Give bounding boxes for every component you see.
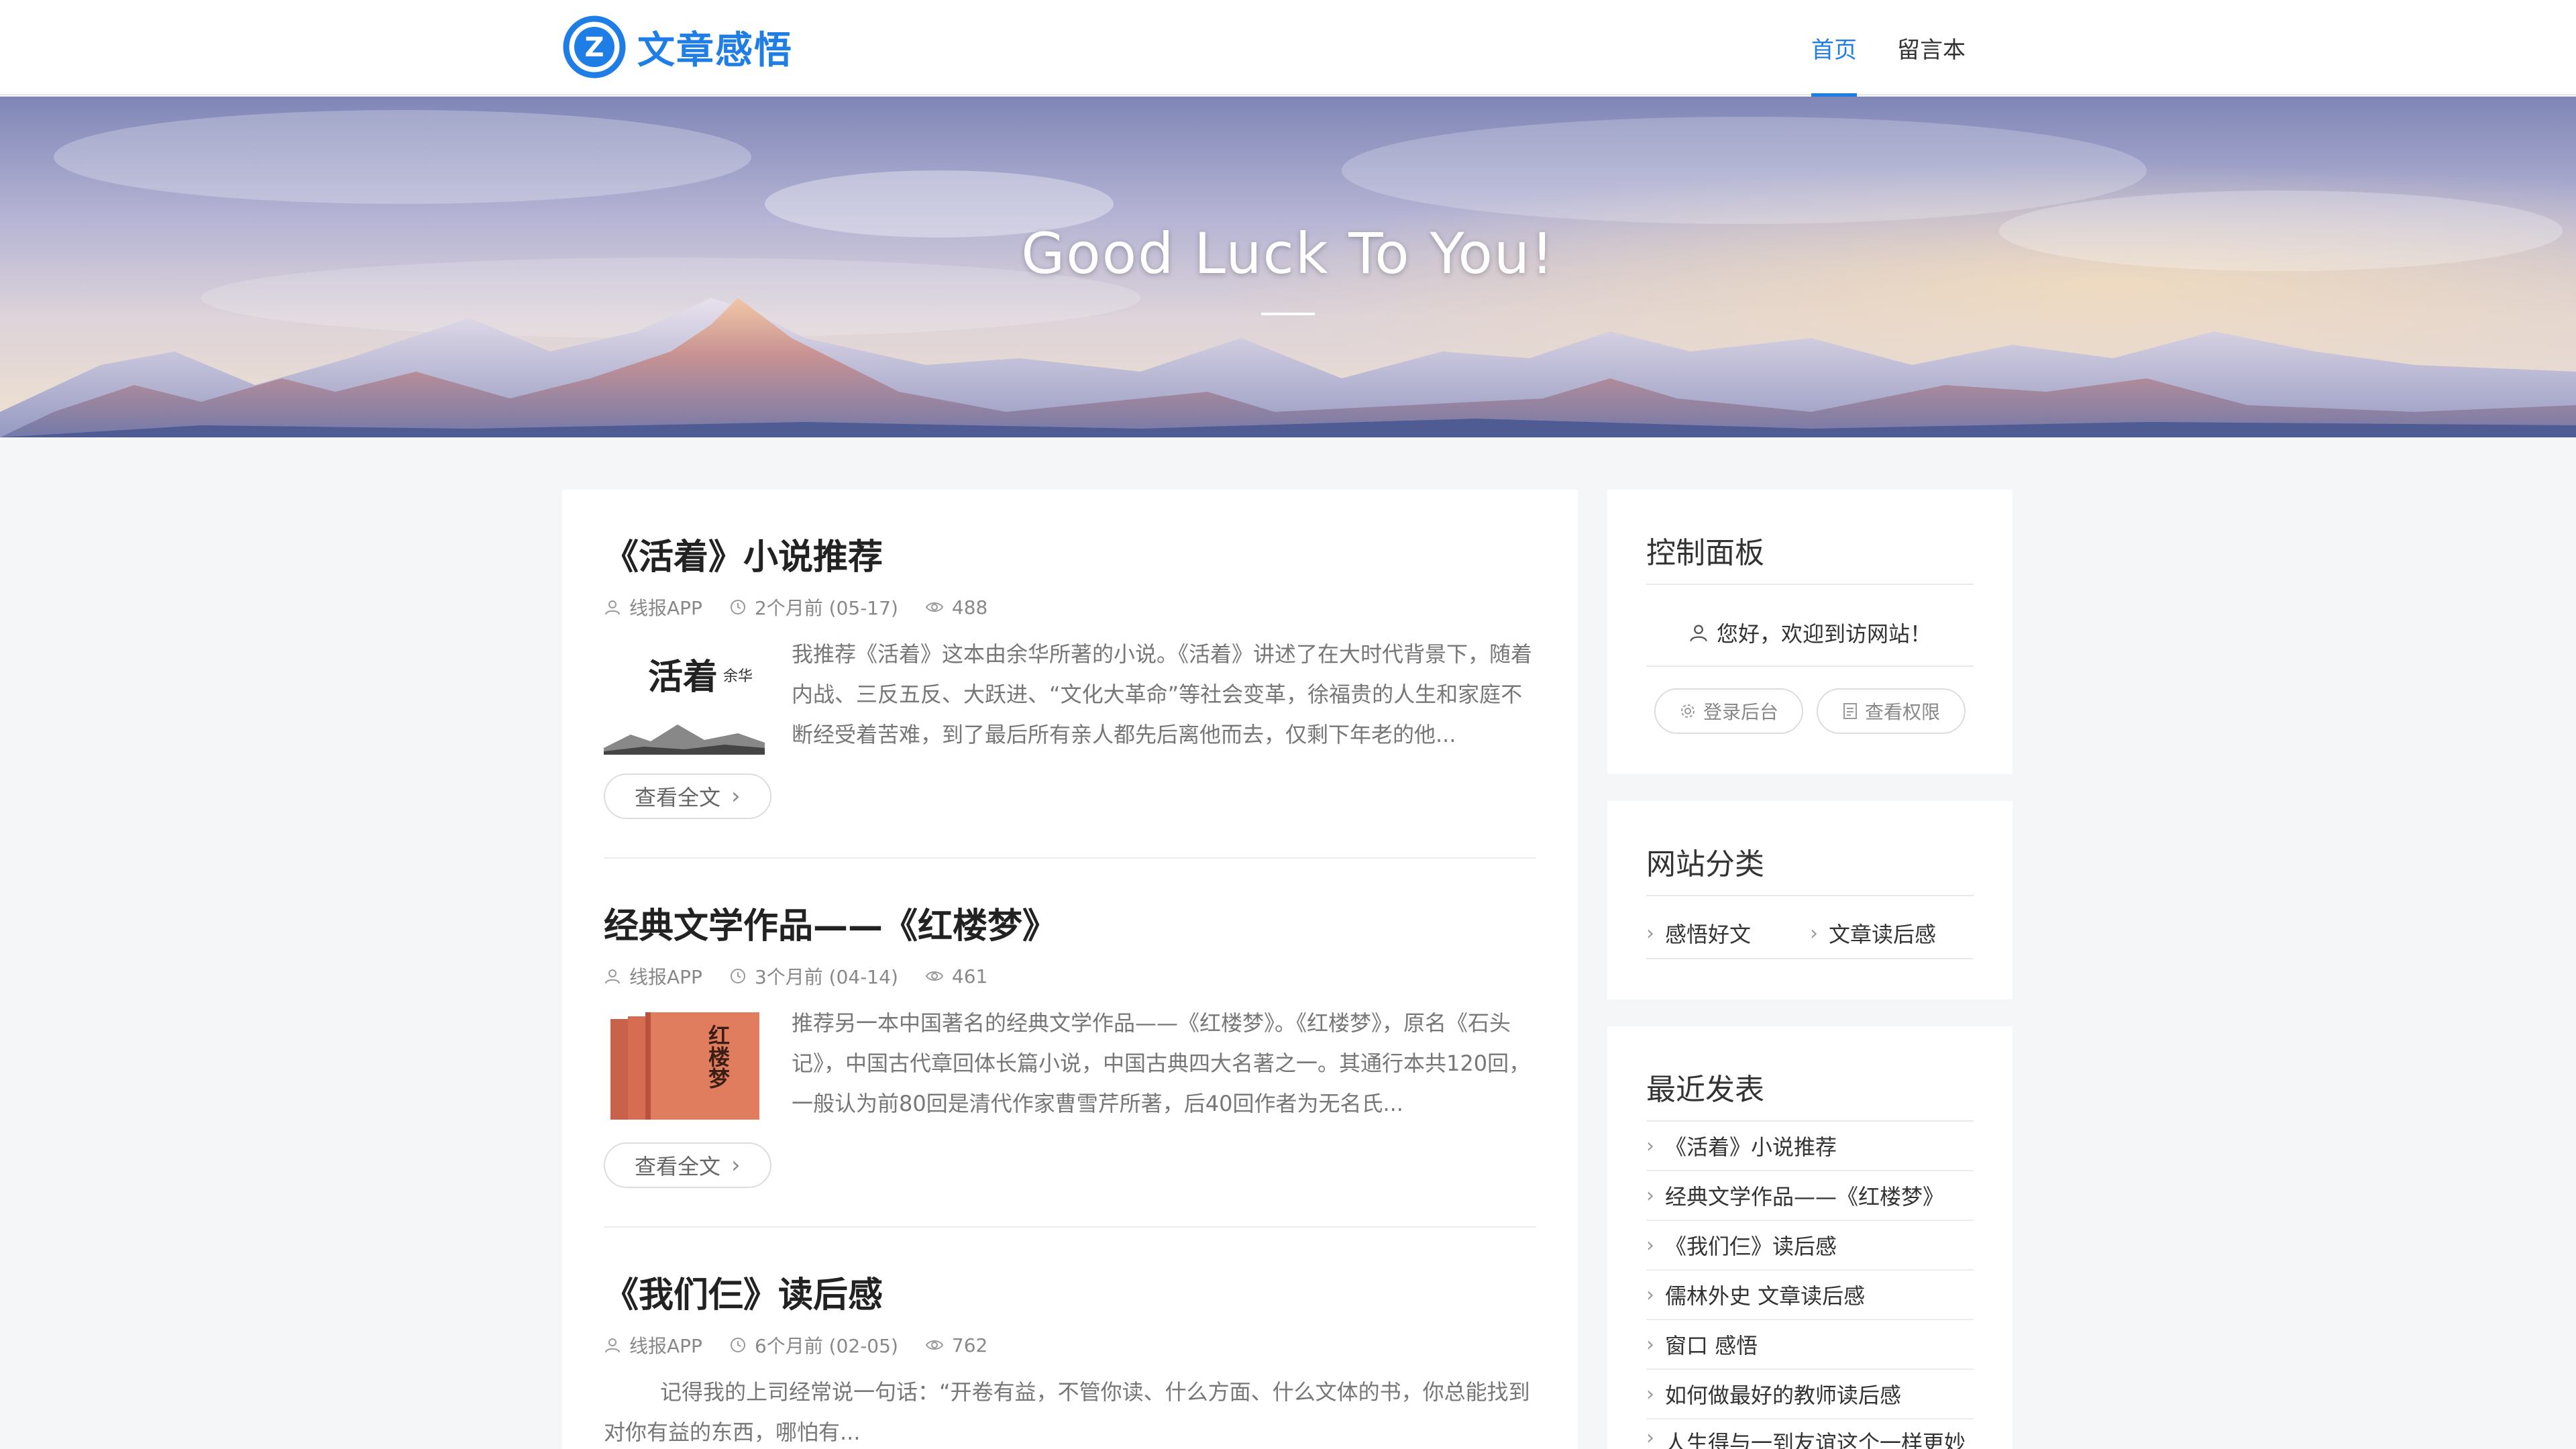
svg-text:余华: 余华 (723, 668, 753, 685)
post-excerpt: 推荐另一本中国著名的经典文学作品——《红楼梦》。《红楼梦》，原名《石头记》，中国… (792, 1010, 1531, 1116)
banner-title: Good Luck To You! (1021, 221, 1555, 286)
post-title[interactable]: 《我们仨》读后感 (604, 1267, 1536, 1317)
post-item: 经典文学作品——《红楼梦》 线报APP 3个月前 (04-14) 461 红楼梦… (604, 898, 1536, 1188)
document-icon (1843, 703, 1857, 719)
post-date: 6个月前 (02-05) (729, 1332, 898, 1358)
post-views: 762 (925, 1334, 987, 1356)
post-excerpt: 我推荐《活着》这本由余华所著的小说。《活着》讲述了在大时代背景下，随着内战、三反… (792, 641, 1533, 747)
svg-text:活着: 活着 (648, 657, 718, 698)
chevron-right-icon: › (731, 1152, 741, 1179)
main-nav: 首页 留言本 (1811, 0, 2006, 97)
nav-guestbook[interactable]: 留言本 (1897, 0, 1966, 95)
post-title[interactable]: 经典文学作品——《红楼梦》 (604, 898, 1536, 948)
site-header: Z 文章感悟 首页 留言本 (0, 0, 2576, 97)
logo-icon: Z (563, 15, 626, 78)
recent-post-link[interactable]: › 《我们仨》读后感 (1646, 1221, 1974, 1271)
site-name: 文章感悟 (637, 28, 793, 72)
svg-text:Z: Z (584, 32, 604, 63)
post-date: 3个月前 (04-14) (729, 963, 898, 989)
post-author[interactable]: 线报APP (604, 594, 702, 621)
post-divider (604, 857, 1536, 859)
post-views: 461 (925, 965, 987, 987)
eye-icon (925, 1340, 944, 1350)
post-thumbnail[interactable]: 红楼梦 (604, 1010, 765, 1124)
read-more-button[interactable]: 查看全文 › (604, 773, 771, 819)
post-title[interactable]: 《活着》小说推荐 (604, 529, 1536, 579)
chevron-right-icon: › (1646, 1233, 1654, 1257)
eye-icon (925, 602, 944, 612)
widget-title: 最近发表 (1646, 1073, 1764, 1107)
banner-divider (1261, 313, 1315, 315)
chevron-right-icon: › (1646, 1382, 1654, 1406)
read-more-button[interactable]: 查看全文 › (604, 1142, 771, 1188)
user-icon (1690, 625, 1707, 642)
post-meta: 线报APP 6个月前 (02-05) 762 (604, 1332, 1536, 1358)
user-icon (605, 600, 620, 615)
clock-icon (730, 600, 745, 614)
post-excerpt: 记得我的上司经常说一句话：“开卷有益，不管你读、什么方面、什么文体的书，你总能找… (604, 1379, 1530, 1445)
user-icon (605, 969, 620, 984)
chevron-right-icon: › (1646, 1283, 1654, 1307)
nav-home[interactable]: 首页 (1811, 0, 1857, 97)
chevron-right-icon: › (1810, 921, 1818, 945)
post-item: 《我们仨》读后感 线报APP 6个月前 (02-05) 762 记得我的上司经常… (604, 1267, 1536, 1449)
recent-post-link[interactable]: › 如何做最好的教师读后感 (1646, 1370, 1974, 1419)
widget-divider (1646, 895, 1974, 896)
post-list: 《活着》小说推荐 线报APP 2个月前 (05-17) 488 活着 余华 我推… (562, 490, 1578, 1449)
post-author[interactable]: 线报APP (604, 1332, 702, 1358)
post-date: 2个月前 (05-17) (729, 594, 898, 621)
recent-posts-widget: 最近发表 › 《活着》小说推荐 › 经典文学作品——《红楼梦》 › 《我们仨》读后感 … (1607, 1026, 2012, 1449)
post-divider (604, 1226, 1536, 1228)
widget-divider (1646, 584, 1974, 585)
post-views: 488 (925, 596, 987, 619)
category-link[interactable]: › 感悟好文 (1646, 918, 1751, 949)
widget-title: 网站分类 (1646, 847, 1764, 881)
clock-icon (730, 1338, 745, 1352)
recent-post-link[interactable]: › 窗口 感悟 (1646, 1320, 1974, 1370)
chevron-right-icon: › (1646, 1183, 1654, 1208)
recent-post-link[interactable]: › 《活着》小说推荐 (1646, 1122, 1974, 1171)
post-meta: 线报APP 3个月前 (04-14) 461 (604, 963, 1536, 989)
chevron-right-icon: › (731, 783, 741, 810)
welcome-message: 您好，欢迎到访网站！ (1607, 617, 2012, 648)
category-link[interactable]: › 文章读后感 (1810, 918, 1936, 949)
recent-post-link[interactable]: › 儒林外史 文章读后感 (1646, 1271, 1974, 1320)
widget-divider (1646, 958, 1974, 959)
widget-title: 控制面板 (1646, 536, 1764, 570)
widget-divider (1646, 665, 1974, 667)
post-thumbnail[interactable]: 活着 余华 (604, 641, 765, 755)
site-logo[interactable]: Z 文章感悟 (562, 15, 793, 79)
chevron-right-icon: › (1646, 1134, 1654, 1158)
user-icon (605, 1338, 620, 1353)
hero-banner: Good Luck To You! (0, 97, 2576, 437)
view-permissions-button[interactable]: 查看权限 (1817, 688, 1966, 734)
svg-text:红楼梦: 红楼梦 (705, 1024, 731, 1089)
post-author[interactable]: 线报APP (604, 963, 702, 989)
admin-login-button[interactable]: 登录后台 (1654, 688, 1803, 734)
post-meta: 线报APP 2个月前 (05-17) 488 (604, 594, 1536, 621)
control-panel-widget: 控制面板 您好，欢迎到访网站！ 登录后台 查看权限 (1607, 490, 2012, 774)
chevron-right-icon: › (1646, 1426, 1654, 1449)
categories-widget: 网站分类 › 感悟好文 › 文章读后感 (1607, 801, 2012, 1000)
clock-icon (730, 969, 745, 983)
post-item: 《活着》小说推荐 线报APP 2个月前 (05-17) 488 活着 余华 我推… (604, 529, 1536, 819)
chevron-right-icon: › (1646, 1332, 1654, 1356)
gear-icon (1680, 704, 1695, 718)
recent-post-link[interactable]: › 人生得与一到友谊这个一样更妙 (1646, 1419, 1974, 1449)
chevron-right-icon: › (1646, 921, 1654, 945)
eye-icon (925, 971, 944, 981)
recent-post-link[interactable]: › 经典文学作品——《红楼梦》 (1646, 1171, 1974, 1221)
